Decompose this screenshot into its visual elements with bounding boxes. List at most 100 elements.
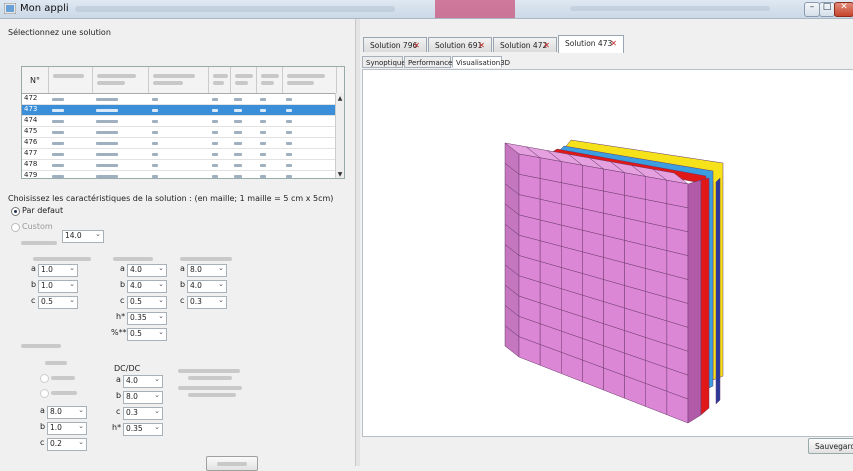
lower-c-combo[interactable]: 0.2 ⌄: [47, 438, 87, 451]
table-row[interactable]: 475: [22, 127, 337, 138]
front-cell: [666, 203, 689, 233]
col1-b-combo[interactable]: 1.0 ⌄: [38, 280, 78, 293]
size-combo[interactable]: 14.0 ⌄: [62, 230, 104, 243]
row-number: 475: [24, 127, 38, 135]
table-row[interactable]: 472: [22, 94, 337, 105]
scroll-down-icon[interactable]: ▼: [336, 171, 344, 178]
table-row[interactable]: 478: [22, 160, 337, 171]
lower-a-combo[interactable]: 8.0 ⌄: [47, 406, 87, 419]
tab-solution-472[interactable]: Solution 472 ✕: [493, 37, 557, 52]
solutions-table: N° 472 473 474 475 476 477 478 479 ▲ ▼: [21, 66, 345, 179]
redacted-cell: [212, 109, 218, 112]
chevron-down-icon: ⌄: [158, 328, 164, 336]
subtab-visualisation3d[interactable]: Visualisation3D: [452, 56, 510, 68]
redacted-cell: [234, 153, 242, 156]
table-row[interactable]: 473: [22, 105, 337, 116]
radio-default[interactable]: [11, 207, 20, 216]
table-row[interactable]: 474: [22, 116, 337, 127]
chevron-down-icon: ⌄: [154, 407, 160, 415]
param-b-label: b: [120, 280, 126, 289]
minimize-icon: –: [809, 2, 815, 12]
front-cell: [603, 168, 625, 196]
tab-solution-796[interactable]: Solution 796 ✕: [363, 37, 427, 52]
column-header[interactable]: [208, 67, 231, 93]
blurred-column-title: [113, 257, 153, 261]
col3-a-combo[interactable]: 8.0 ⌄: [187, 264, 227, 277]
chevron-down-icon: ⌄: [78, 422, 84, 430]
3d-viewport[interactable]: [362, 69, 853, 437]
3d-model[interactable]: [363, 70, 853, 436]
redacted-cell: [152, 153, 158, 156]
dcdc-c-combo[interactable]: 0.3 ⌄: [123, 407, 163, 420]
col3-b-combo[interactable]: 4.0 ⌄: [187, 280, 227, 293]
close-tab-icon[interactable]: ✕: [413, 38, 420, 53]
solution-tabs: Solution 796 ✕ Solution 691 ✕ Solution 472…: [360, 35, 853, 53]
param-a-label: a: [116, 375, 121, 384]
lower-b-combo[interactable]: 1.0 ⌄: [47, 422, 87, 435]
column-header[interactable]: [282, 67, 337, 93]
chevron-down-icon: ⌄: [218, 264, 224, 272]
subtab-performances[interactable]: Performances: [404, 56, 456, 68]
redacted-cell: [152, 142, 158, 145]
table-row[interactable]: 476: [22, 138, 337, 149]
dcdc-label: DC/DC: [114, 364, 141, 373]
close-window-button[interactable]: ✕: [834, 2, 853, 17]
chevron-down-icon: ⌄: [158, 312, 164, 320]
param-a-label: a: [120, 264, 125, 273]
column-header[interactable]: [48, 67, 93, 93]
chevron-down-icon: ⌄: [158, 280, 164, 288]
chevron-down-icon: ⌄: [154, 423, 160, 431]
radio-custom-label: Custom: [22, 222, 53, 231]
update-button[interactable]: [206, 456, 258, 471]
dcdc-a-combo[interactable]: 4.0 ⌄: [123, 375, 163, 388]
table-scrollbar[interactable]: ▲ ▼: [335, 93, 344, 178]
close-tab-icon[interactable]: ✕: [610, 36, 617, 51]
subtab-synoptique[interactable]: Synoptique: [362, 56, 406, 68]
tab-solution-473[interactable]: Solution 473 ✕: [558, 35, 624, 53]
navy-layer: [715, 177, 721, 405]
maximize-icon: □: [822, 2, 832, 12]
row-number: 477: [24, 149, 38, 157]
redacted-cell: [212, 120, 218, 123]
radio-custom[interactable]: [11, 223, 20, 232]
column-header[interactable]: [256, 67, 283, 93]
column-header[interactable]: [230, 67, 257, 93]
redacted-cell: [52, 131, 64, 134]
chevron-down-icon: ⌄: [69, 280, 75, 288]
redacted-cell: [96, 98, 118, 101]
dcdc-h-combo[interactable]: 0.35 ⌄: [123, 423, 163, 436]
col2-pct-combo[interactable]: 0.5 ⌄: [127, 328, 167, 341]
column-header[interactable]: [92, 67, 149, 93]
redacted-cell: [286, 131, 292, 134]
blurred-label: [51, 391, 77, 395]
param-c-label: c: [120, 296, 125, 305]
col1-a-combo[interactable]: 1.0 ⌄: [38, 264, 78, 277]
column-header-number[interactable]: N°: [22, 67, 49, 93]
col2-a-combo[interactable]: 4.0 ⌄: [127, 264, 167, 277]
solution-settings-panel: Sélectionnez une solution N° 472 473 474 47…: [0, 19, 355, 471]
maximize-button[interactable]: □: [819, 2, 835, 17]
tab-solution-691[interactable]: Solution 691 ✕: [428, 37, 492, 52]
dcdc-b-combo[interactable]: 8.0 ⌄: [123, 391, 163, 404]
radio-option[interactable]: [40, 389, 49, 398]
save-button[interactable]: Sauvegarder: [808, 438, 853, 454]
minimize-button[interactable]: –: [804, 2, 820, 17]
col1-c-combo[interactable]: 0.5 ⌄: [38, 296, 78, 309]
table-row[interactable]: 477: [22, 149, 337, 160]
front-cell: [666, 179, 689, 209]
table-row[interactable]: 479: [22, 171, 337, 178]
col2-h-combo[interactable]: 0.35 ⌄: [127, 312, 167, 325]
close-tab-icon[interactable]: ✕: [478, 38, 485, 53]
col2-b-combo[interactable]: 4.0 ⌄: [127, 280, 167, 293]
redacted-cell: [286, 98, 292, 101]
redacted-cell: [260, 164, 266, 167]
scroll-up-icon[interactable]: ▲: [336, 95, 344, 102]
chevron-down-icon: ⌄: [78, 438, 84, 446]
col2-c-combo[interactable]: 0.5 ⌄: [127, 296, 167, 309]
close-tab-icon[interactable]: ✕: [543, 38, 550, 53]
chevron-down-icon: ⌄: [158, 264, 164, 272]
radio-option[interactable]: [40, 374, 49, 383]
row-number: 473: [24, 105, 38, 113]
col3-c-combo[interactable]: 0.3 ⌄: [187, 296, 227, 309]
column-header[interactable]: [148, 67, 209, 93]
